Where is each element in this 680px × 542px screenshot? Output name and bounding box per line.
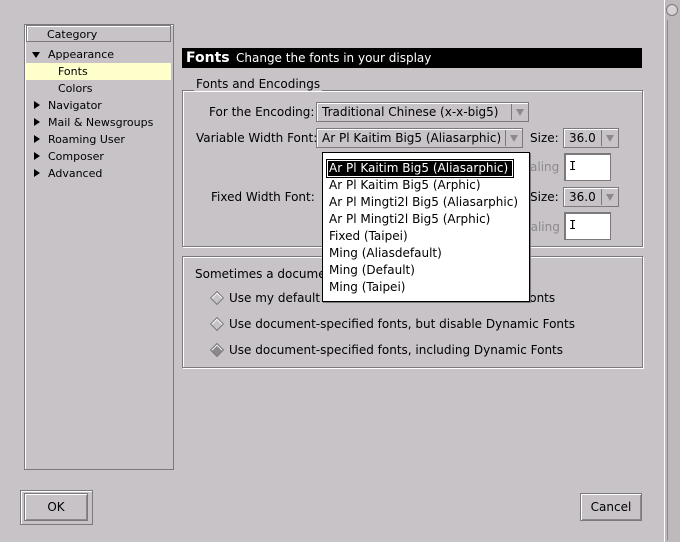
dropdown-option[interactable]: Ming (Default)	[327, 262, 415, 279]
dropdown-option[interactable]: Ar Pl Mingti2l Big5 (Aliasarphic)	[327, 194, 518, 211]
fixed-size-select[interactable]: 36.0	[563, 187, 619, 207]
tree-item-mail-newsgroups[interactable]: Mail & Newsgroups	[26, 114, 171, 131]
chevron-down-icon[interactable]	[601, 189, 618, 205]
tree-item-label: Navigator	[48, 99, 102, 112]
tree-item-label: Composer	[48, 150, 104, 163]
document-fonts-title: Sometimes a docume	[195, 267, 326, 281]
text-cursor-icon: I	[569, 159, 577, 173]
encoding-select[interactable]: Traditional Chinese (x-x-big5)	[316, 102, 529, 122]
category-header[interactable]: Category	[26, 25, 171, 42]
fixed-size-label: Size:	[530, 190, 559, 204]
dropdown-option[interactable]: Ar Pl Kaitim Big5 (Aliasarphic)	[326, 159, 514, 178]
collapsed-arrow-icon[interactable]	[34, 135, 40, 143]
collapsed-arrow-icon[interactable]	[34, 152, 40, 160]
variable-size-label: Size:	[530, 131, 559, 145]
variable-font-select[interactable]: Ar Pl Kaitim Big5 (Aliasarphic)	[316, 128, 523, 148]
tree-item-label: Advanced	[48, 167, 103, 180]
tree-item-appearance[interactable]: Appearance	[26, 46, 171, 63]
fixed-scaling-input[interactable]: I	[564, 212, 611, 240]
variable-size-select[interactable]: 36.0	[563, 128, 619, 148]
chevron-down-icon[interactable]	[601, 130, 618, 146]
tree-item-label: Colors	[58, 82, 93, 95]
variable-size-value: 36.0	[569, 131, 596, 145]
scroll-divider	[667, 20, 668, 540]
panel-header: Fonts Change the fonts in your display	[182, 48, 642, 68]
tree-item-label: Fonts	[58, 65, 88, 78]
tree-item-label: Roaming User	[48, 133, 125, 146]
dropdown-option[interactable]: Ming (Taipei)	[327, 279, 405, 296]
text-cursor-icon: I	[569, 218, 577, 232]
variable-scaling-label: aling	[530, 160, 560, 174]
variable-font-dropdown[interactable]: Ar Pl Kaitim Big5 (Aliasarphic) Ar Pl Ka…	[322, 152, 530, 302]
collapsed-arrow-icon[interactable]	[34, 118, 40, 126]
chevron-down-icon[interactable]	[505, 130, 522, 146]
tree-item-colors[interactable]: Colors	[26, 80, 171, 97]
option-including-dynamic-label[interactable]: Use document-specified fonts, including …	[229, 342, 563, 358]
encoding-label: For the Encoding:	[209, 105, 315, 119]
collapsed-arrow-icon[interactable]	[34, 101, 40, 109]
tree-item-navigator[interactable]: Navigator	[26, 97, 171, 114]
tree-item-roaming-user[interactable]: Roaming User	[26, 131, 171, 148]
dropdown-option[interactable]: Fixed (Taipei)	[327, 228, 408, 245]
expanded-arrow-icon[interactable]	[32, 52, 40, 58]
tree-item-fonts[interactable]: Fonts	[26, 63, 171, 80]
ok-button[interactable]: OK	[24, 493, 88, 521]
tree-item-composer[interactable]: Composer	[26, 148, 171, 165]
fixed-font-label: Fixed Width Font:	[211, 190, 315, 204]
scroll-knob-icon[interactable]	[666, 4, 678, 16]
cancel-button[interactable]: Cancel	[580, 493, 642, 521]
dropdown-option[interactable]: Ming (Aliasdefault)	[327, 245, 442, 262]
tree-item-label: Mail & Newsgroups	[48, 116, 154, 129]
dropdown-option[interactable]: Ar Pl Mingti2l Big5 (Arphic)	[327, 211, 490, 228]
dropdown-option[interactable]: Ar Pl Kaitim Big5 (Arphic)	[327, 177, 481, 194]
tree-item-advanced[interactable]: Advanced	[26, 165, 171, 182]
option-disable-dynamic-label[interactable]: Use document-specified fonts, but disabl…	[229, 316, 575, 332]
option-default-fonts-label[interactable]: Use my default	[229, 290, 320, 306]
fixed-size-value: 36.0	[569, 190, 596, 204]
fonts-encodings-title: Fonts and Encodings	[194, 77, 323, 91]
variable-scaling-input[interactable]: I	[564, 153, 611, 181]
variable-font-label: Variable Width Font:	[196, 131, 318, 145]
encoding-value: Traditional Chinese (x-x-big5)	[322, 105, 499, 119]
collapsed-arrow-icon[interactable]	[34, 169, 40, 177]
panel-title: Fonts	[186, 50, 230, 66]
chevron-down-icon[interactable]	[511, 104, 528, 120]
panel-subtitle: Change the fonts in your display	[236, 51, 432, 65]
tree-item-label: Appearance	[48, 48, 115, 61]
variable-font-value: Ar Pl Kaitim Big5 (Aliasarphic)	[322, 131, 502, 145]
